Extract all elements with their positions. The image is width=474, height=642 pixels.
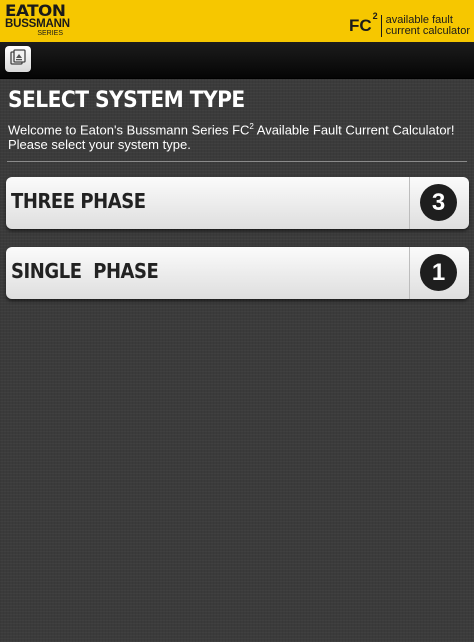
logo-bussmann-text: BUSSMANN: [5, 18, 70, 30]
three-phase-label: THREE PHASE: [11, 189, 146, 213]
option-separator: [409, 247, 410, 299]
notes-icon: [9, 48, 27, 71]
product-code: FC 2: [348, 11, 378, 36]
main-content: SELECT SYSTEM TYPE Welcome to Eaton's Bu…: [8, 88, 466, 152]
product-badge: FC 2 available fault current calculator: [348, 11, 470, 39]
logo-series-text: SERIES: [37, 30, 63, 37]
page-title: SELECT SYSTEM TYPE: [8, 88, 245, 113]
single-phase-badge: 1: [420, 254, 457, 291]
logo-eaton-text: EATON: [5, 1, 66, 20]
single-phase-button[interactable]: SINGLE PHASE 1: [6, 247, 469, 299]
three-phase-badge: 3: [420, 184, 457, 221]
welcome-text-start: Welcome to Eaton's Bussmann Series FC: [8, 122, 250, 138]
product-code-text: FC: [348, 16, 372, 35]
eaton-logo: EATON BUSSMANN SERIES: [5, 1, 70, 39]
product-superscript: 2: [372, 11, 378, 21]
welcome-message: Welcome to Eaton's Bussmann Series FC2 A…: [8, 119, 466, 152]
brand-header: EATON BUSSMANN SERIES FC 2 available faul…: [0, 0, 474, 42]
single-phase-label: SINGLE PHASE: [11, 259, 159, 283]
notes-button[interactable]: [5, 46, 31, 72]
product-desc-line2: current calculator: [385, 25, 470, 37]
product-divider: [380, 15, 382, 37]
option-separator: [409, 177, 410, 229]
divider-line: [7, 161, 467, 162]
toolbar: [0, 42, 474, 79]
three-phase-button[interactable]: THREE PHASE 3: [6, 177, 469, 229]
product-description: available fault current calculator: [386, 15, 470, 37]
